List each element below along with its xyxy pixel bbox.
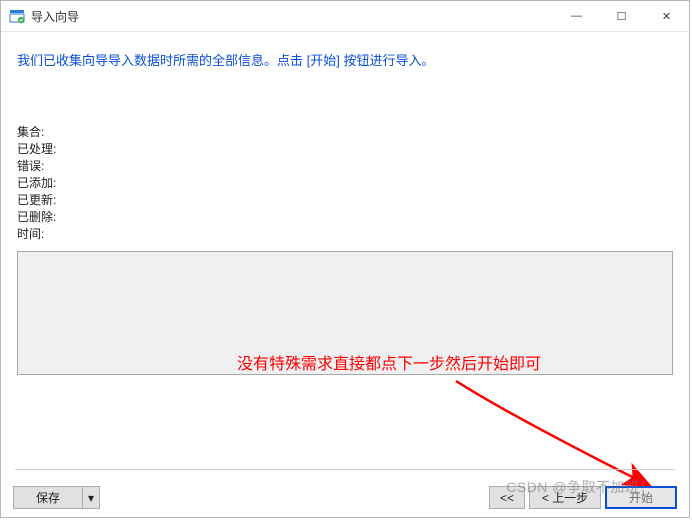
label-processed: 已处理: xyxy=(17,141,65,158)
start-button[interactable]: 开始 xyxy=(605,486,677,509)
label-time: 时间: xyxy=(17,226,65,243)
first-page-button[interactable]: << xyxy=(489,486,525,509)
annotation-arrow-icon xyxy=(451,376,671,496)
footer-bar: 保存 ▾ << < 上一步 开始 xyxy=(13,486,677,509)
window-title: 导入向导 xyxy=(31,8,79,25)
content-area: 我们已收集向导导入数据时所需的全部信息。点击 [开始] 按钮进行导入。 集合: … xyxy=(1,32,689,243)
wizard-window: 导入向导 — ☐ ✕ 我们已收集向导导入数据时所需的全部信息。点击 [开始] 按… xyxy=(0,0,690,518)
app-icon xyxy=(9,8,25,24)
save-dropdown-button[interactable]: ▾ xyxy=(82,486,100,509)
footer-separator xyxy=(15,469,675,470)
instruction-text: 我们已收集向导导入数据时所需的全部信息。点击 [开始] 按钮进行导入。 xyxy=(17,50,673,69)
status-fields: 集合: 已处理: 错误: 已添加: 已更新: 已删除: 时间: xyxy=(17,124,673,243)
label-added: 已添加: xyxy=(17,175,65,192)
window-controls: — ☐ ✕ xyxy=(554,1,689,31)
log-textarea[interactable] xyxy=(17,251,673,375)
label-updated: 已更新: xyxy=(17,192,65,209)
back-button[interactable]: < 上一步 xyxy=(529,486,601,509)
label-collection: 集合: xyxy=(17,124,65,141)
titlebar: 导入向导 — ☐ ✕ xyxy=(1,1,689,32)
label-deleted: 已删除: xyxy=(17,209,65,226)
label-errors: 错误: xyxy=(17,158,65,175)
close-button[interactable]: ✕ xyxy=(644,1,689,31)
maximize-button[interactable]: ☐ xyxy=(599,1,644,31)
minimize-button[interactable]: — xyxy=(554,1,599,31)
save-button[interactable]: 保存 xyxy=(13,486,83,509)
chevron-down-icon: ▾ xyxy=(88,491,94,505)
save-split-button: 保存 ▾ xyxy=(13,486,100,509)
